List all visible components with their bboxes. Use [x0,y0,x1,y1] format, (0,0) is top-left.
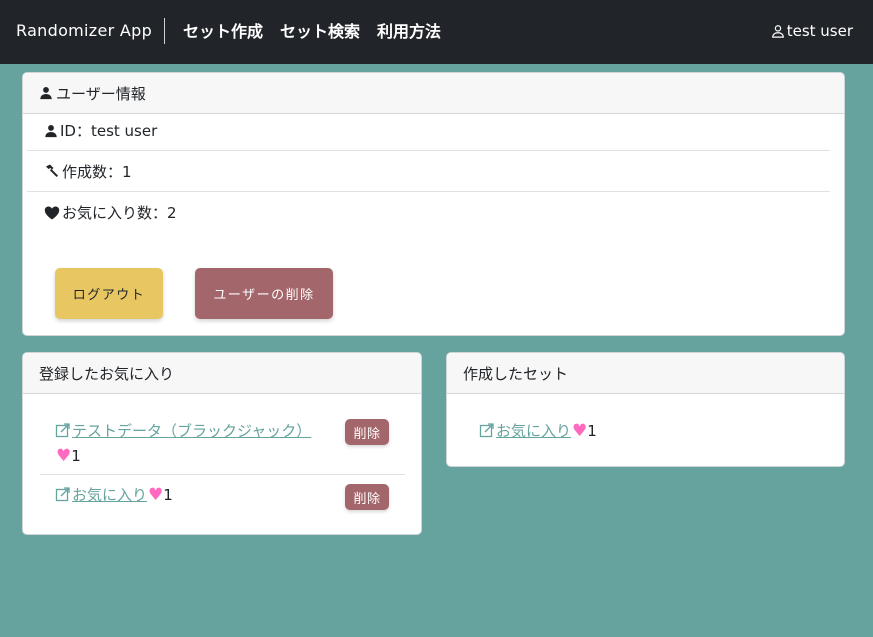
heart-icon: ♥ [56,446,72,466]
favorites-card: 登録したお気に入り テストデータ（ブラックジャック） ♥1 削除 お気に入り♥1… [22,352,422,535]
delete-favorite-button[interactable]: 削除 [345,419,389,445]
user-info-header: ユーザー情報 [23,73,844,114]
user-info-card: ユーザー情報 ID：test user 作成数：1 お気に入り数：2 ログアウト… [22,72,845,336]
brand-logo[interactable]: Randomizer App [16,21,152,40]
favorite-title: テストデータ（ブラックジャック） [72,422,312,440]
external-link-icon [479,423,494,438]
user-outline-icon [771,25,784,38]
nav-link-usage[interactable]: 利用方法 [377,18,441,42]
favorite-link[interactable]: テストデータ（ブラックジャック） [55,422,311,440]
external-link-icon [55,423,70,438]
created-count-row: 作成数：1 [27,151,830,192]
favorite-link[interactable]: お気に入り [55,486,147,504]
created-sets-card: 作成したセット お気に入り♥1 [446,352,845,467]
heart-icon [44,206,60,219]
set-favorite-count: 1 [587,422,597,440]
user-id-row: ID：test user [27,111,830,151]
logout-button[interactable]: ログアウト [55,268,163,319]
favorite-title: お気に入り [72,486,148,504]
favorites-title: 登録したお気に入り [39,364,175,383]
hammer-icon [46,164,58,177]
list-item: お気に入り♥1 [55,484,173,505]
delete-user-button[interactable]: ユーザーの削除 [195,268,333,319]
list-divider [40,474,405,475]
list-item: テストデータ（ブラックジャック） ♥1 [55,419,345,469]
favorites-header: 登録したお気に入り [23,353,421,394]
favorite-count: 1 [71,447,81,465]
created-count-text: 作成数：1 [62,162,132,181]
user-info-list: ID：test user 作成数：1 お気に入り数：2 [27,122,830,233]
navbar-divider [164,18,165,44]
nav-links: セット作成 セット検索 利用方法 [183,18,441,42]
nav-link-search-set[interactable]: セット検索 [280,18,360,42]
favorite-count-row: お気に入り数：2 [27,192,830,233]
nav-link-create-set[interactable]: セット作成 [183,18,263,42]
user-info-title: ユーザー情報 [56,84,146,103]
set-title: お気に入り [496,422,572,440]
favorite-count: 1 [163,486,173,504]
heart-icon: ♥ [572,421,588,441]
created-sets-header: 作成したセット [447,353,844,394]
person-icon [45,124,57,137]
navbar: Randomizer App セット作成 セット検索 利用方法 test use… [0,0,873,64]
created-sets-title: 作成したセット [463,364,569,383]
delete-favorite-button[interactable]: 削除 [345,484,389,510]
favorite-count-text: お気に入り数：2 [62,204,177,222]
nav-user-name: test user [786,22,853,40]
person-icon [40,87,52,100]
nav-user-menu[interactable]: test user [771,22,853,40]
external-link-icon [55,487,70,502]
list-item: お気に入り♥1 [479,420,597,441]
set-link[interactable]: お気に入り [479,422,571,440]
heart-icon: ♥ [148,485,164,505]
user-id-text: ID：test user [60,122,158,140]
